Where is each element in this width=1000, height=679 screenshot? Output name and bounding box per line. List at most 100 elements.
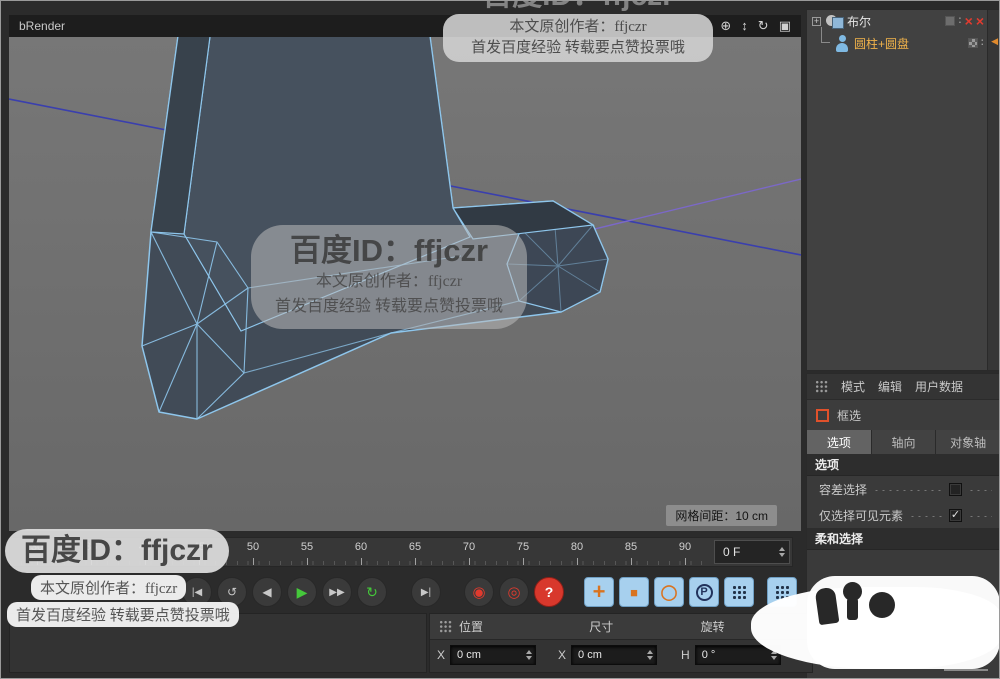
orange-marker-icon: ◀ [991, 36, 998, 47]
step-forward-button[interactable]: ▶▶ [322, 577, 352, 607]
key-rotation-toggle[interactable]: ◯ [654, 577, 684, 607]
active-tool-label: 框选 [837, 407, 861, 424]
dotted-leader [968, 514, 992, 517]
tool-subtabs: 选项 轴向 对象轴 [807, 430, 1000, 454]
tree-connector [821, 27, 830, 43]
object-row-boole[interactable]: 布尔 : × × [807, 10, 1000, 32]
play-button[interactable]: ▶ [287, 577, 317, 607]
tick-label: 75 [496, 541, 550, 553]
watermark-bottom-left: 百度ID：ffjczr 本文原创作者：ffjczr 首发百度经验 转载要点赞投票… [5, 529, 285, 627]
tolerant-selection-checkbox[interactable] [949, 483, 962, 496]
watermark-line: 本文原创作者：ffjczr [31, 575, 186, 600]
soft-selection-header[interactable]: 柔和选择 [807, 528, 1000, 550]
key-parameter-toggle[interactable]: P [689, 577, 719, 607]
dotted-leader [909, 514, 943, 517]
watermark-big-text: 百度ID：ffjczr [21, 534, 213, 567]
only-visible-row: 仅选择可见元素 ✓ [807, 502, 1000, 528]
field-spinner[interactable] [647, 650, 653, 660]
dotted-leader [968, 488, 992, 491]
subtab-options[interactable]: 选项 [807, 430, 871, 454]
only-visible-checkbox[interactable]: ✓ [949, 509, 962, 522]
pla-dots-icon [732, 585, 747, 600]
watermark-line: 本文原创作者：ffjczr [261, 269, 517, 294]
frame-spinner[interactable] [779, 547, 785, 557]
position-x-field[interactable]: 0 cm [450, 645, 536, 665]
watermark-blob [807, 576, 1000, 669]
object-label[interactable]: 圆柱+圆盘 [854, 35, 909, 52]
maximize-icon[interactable]: ▣ [779, 18, 791, 34]
axis-label: H [681, 648, 690, 662]
rotation-header: 旋转 [701, 618, 725, 635]
object-row-cylinder-disc[interactable]: 圆柱+圆盘 : [807, 32, 1000, 54]
silhouette-shape [815, 587, 840, 625]
texture-chip[interactable] [968, 38, 978, 48]
tab-userdata[interactable]: 用户数据 [915, 378, 963, 395]
key-position-toggle[interactable]: + [584, 577, 614, 607]
current-frame-field[interactable]: 0 F [714, 540, 790, 564]
expand-icon[interactable] [812, 17, 821, 26]
delete-icon[interactable]: × [965, 15, 973, 27]
tolerant-selection-row: 容差选择 [807, 476, 1000, 502]
loop-button[interactable]: ↻ [357, 577, 387, 607]
autokey-button[interactable]: ◎ [499, 577, 529, 607]
panel-grid-icon[interactable] [439, 620, 452, 633]
axis-label: X [558, 648, 566, 662]
key-scale-toggle[interactable]: ■ [619, 577, 649, 607]
tick-label: 80 [550, 541, 604, 553]
size-header: 尺寸 [589, 618, 613, 635]
coordinates-fields: X 0 cm X 0 cm H 0 ° [430, 640, 812, 670]
watermark-line: 本文原创作者：ffjczr [451, 17, 705, 38]
tab-mode[interactable]: 模式 [841, 378, 865, 395]
watermark-line: 首发百度经验 转载要点赞投票哦 [261, 294, 517, 319]
falloff-slider[interactable] [944, 669, 988, 671]
pan-icon[interactable]: ⊕ [720, 18, 731, 34]
goto-end-button[interactable]: ▶| [411, 577, 441, 607]
boole-object-icon [826, 14, 842, 28]
tick-label: 85 [604, 541, 658, 553]
object-manager: 布尔 : × × 圆柱+圆盘 : ◀ [806, 9, 1000, 371]
watermark-top: 百度ID：ffjczr 本文原创作者：ffjczr 首发百度经验 转载要点赞投票… [443, 1, 713, 62]
field-spinner[interactable] [526, 650, 532, 660]
tick-label: 55 [280, 541, 334, 553]
box-select-icon [816, 409, 829, 422]
scrollbar[interactable]: ◀ [987, 10, 1000, 370]
watermark-center: 百度ID：ffjczr 本文原创作者：ffjczr 首发百度经验 转载要点赞投票… [251, 225, 527, 329]
object-label[interactable]: 布尔 [847, 13, 871, 30]
attribute-tabs: 模式 编辑 用户数据 [807, 374, 1000, 400]
active-tool-row: 框选 [807, 400, 1000, 430]
cinema4d-window: bRender ⊕ ↕ ↻ ▣ [0, 0, 1000, 679]
watermark-line: 首发百度经验 转载要点赞投票哦 [451, 38, 705, 59]
silhouette-shape [843, 582, 862, 601]
cylinder-disc-object-icon [835, 35, 849, 52]
grid-spacing-label: 网格间距：10 cm [666, 505, 777, 526]
record-keyframe-button[interactable]: ◉ [464, 577, 494, 607]
zoom-icon[interactable]: ↕ [741, 18, 748, 34]
viewport-nav-icons: ⊕ ↕ ↻ ▣ [720, 18, 791, 34]
size-x-field[interactable]: 0 cm [571, 645, 657, 665]
tick-label: 90 [658, 541, 712, 553]
enable-dots-icon[interactable]: : [958, 16, 961, 26]
watermark-big-text: 百度ID：ffjczr [443, 1, 713, 13]
options-section-header[interactable]: 选项 [807, 454, 1000, 476]
tick-label: 60 [334, 541, 388, 553]
silhouette-shape [869, 592, 895, 618]
tab-edit[interactable]: 编辑 [878, 378, 902, 395]
subtab-axis[interactable]: 轴向 [872, 430, 936, 454]
viewport-menu-label[interactable]: bRender [19, 19, 65, 33]
axis-label: X [437, 648, 445, 662]
layer-chip[interactable] [945, 16, 955, 26]
help-button[interactable]: ? [534, 577, 564, 607]
watermark-line: 首发百度经验 转载要点赞投票哦 [7, 602, 239, 627]
watermark-big-text: 百度ID：ffjczr [261, 233, 517, 269]
enable-dots-icon[interactable]: : [981, 38, 984, 48]
rotate-icon[interactable]: ↻ [758, 18, 769, 34]
position-header: 位置 [459, 618, 483, 635]
key-pla-toggle[interactable] [724, 577, 754, 607]
subtab-object-axis[interactable]: 对象轴 [936, 430, 1000, 454]
tick-label: 70 [442, 541, 496, 553]
tolerant-selection-label: 容差选择 [819, 481, 867, 498]
delete-icon[interactable]: × [976, 15, 984, 27]
dotted-leader [873, 488, 943, 491]
tick-label: 65 [388, 541, 442, 553]
grid-menu-icon[interactable] [815, 380, 828, 393]
